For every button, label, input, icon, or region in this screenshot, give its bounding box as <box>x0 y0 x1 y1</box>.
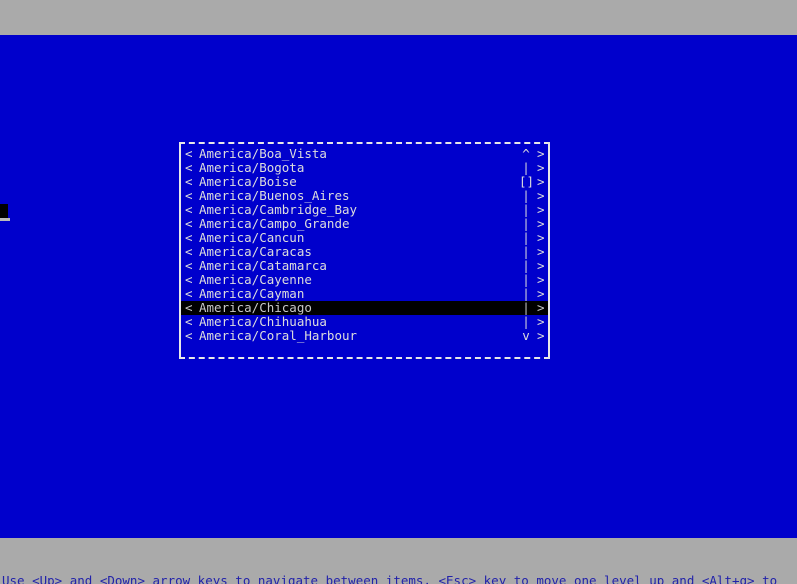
list-item-label: America/Cayman <box>199 286 305 301</box>
chevron-left-icon[interactable]: < <box>185 259 193 273</box>
scrollbar-track[interactable]: | <box>519 203 533 217</box>
chevron-right-icon[interactable]: > <box>537 147 545 161</box>
chevron-left-icon[interactable]: < <box>185 217 193 231</box>
text-cursor-underline <box>0 218 10 221</box>
chevron-left-icon[interactable]: < <box>185 175 193 189</box>
chevron-right-icon[interactable]: > <box>537 189 545 203</box>
list-item[interactable]: < America/Coral_Harbour v > <box>181 329 548 343</box>
text-cursor-block <box>0 204 8 218</box>
chevron-left-icon[interactable]: < <box>185 189 193 203</box>
chevron-left-icon[interactable]: < <box>185 329 193 343</box>
list-item-label: America/Chicago <box>199 300 312 315</box>
list-item-label: America/Bogota <box>199 160 305 175</box>
chevron-left-icon[interactable]: < <box>185 287 193 301</box>
list-item-label: America/Cancun <box>199 230 305 245</box>
scrollbar-track[interactable]: | <box>519 245 533 259</box>
chevron-right-icon[interactable]: > <box>537 161 545 175</box>
chevron-left-icon[interactable]: < <box>185 273 193 287</box>
list-item-label: America/Cambridge_Bay <box>199 202 358 217</box>
list-item[interactable]: < America/Boise [] > <box>181 175 548 189</box>
list-item[interactable]: < America/Caracas | > <box>181 245 548 259</box>
chevron-right-icon[interactable]: > <box>537 315 545 329</box>
chevron-right-icon[interactable]: > <box>537 175 545 189</box>
list-item-label: America/Boa_Vista <box>199 146 327 161</box>
scroll-down-icon[interactable]: v <box>519 329 533 343</box>
scrollbar-thumb[interactable]: [] <box>519 175 534 189</box>
chevron-left-icon[interactable]: < <box>185 315 193 329</box>
scrollbar-track[interactable]: | <box>519 301 533 315</box>
chevron-right-icon[interactable]: > <box>537 273 545 287</box>
terminal-screen: DDP Enterprise Server - VE v8.4.0 Build … <box>0 0 797 584</box>
scroll-up-icon[interactable]: ^ <box>519 147 533 161</box>
scrollbar-track[interactable]: | <box>519 315 533 329</box>
chevron-right-icon[interactable]: > <box>537 245 545 259</box>
window-title-bar: DDP Enterprise Server - VE v8.4.0 Build … <box>0 0 797 60</box>
list-item[interactable]: < America/Campo_Grande | > <box>181 217 548 231</box>
hint-line-1: Use <Up> and <Down> arrow keys to naviga… <box>2 573 778 584</box>
list-item-label: America/Coral_Harbour <box>199 328 358 343</box>
scrollbar-track[interactable]: | <box>519 287 533 301</box>
chevron-right-icon[interactable]: > <box>537 217 545 231</box>
scrollbar-track[interactable]: | <box>519 231 533 245</box>
chevron-left-icon[interactable]: < <box>185 203 193 217</box>
list-item-label: America/Buenos_Aires <box>199 188 350 203</box>
list-item[interactable]: < America/Boa_Vista ^ > <box>181 147 548 161</box>
list-item[interactable]: < America/Cancun | > <box>181 231 548 245</box>
chevron-right-icon[interactable]: > <box>537 329 545 343</box>
chevron-left-icon[interactable]: < <box>185 147 193 161</box>
scrollbar-track[interactable]: | <box>519 259 533 273</box>
scrollbar-track[interactable]: | <box>519 189 533 203</box>
list-item[interactable]: < America/Cayman | > <box>181 287 548 301</box>
scrollbar-track[interactable]: | <box>519 161 533 175</box>
timezone-list-box[interactable]: < America/Boa_Vista ^ > < America/Bogota | > < Am… <box>179 142 550 359</box>
chevron-right-icon[interactable]: > <box>537 301 545 315</box>
terminal-body: < America/Boa_Vista ^ > < America/Bogota | > < Am… <box>0 35 797 538</box>
chevron-left-icon[interactable]: < <box>185 245 193 259</box>
chevron-right-icon[interactable]: > <box>537 259 545 273</box>
list-item-label: America/Chihuahua <box>199 314 327 329</box>
list-item[interactable]: < America/Bogota | > <box>181 161 548 175</box>
list-item[interactable]: < America/Buenos_Aires | > <box>181 189 548 203</box>
list-item-label: America/Campo_Grande <box>199 216 350 231</box>
list-item-label: America/Catamarca <box>199 258 327 273</box>
list-item[interactable]: < America/Cayenne | > <box>181 273 548 287</box>
list-item[interactable]: < America/Chicago | > <box>181 301 548 315</box>
list-item[interactable]: < America/Chihuahua | > <box>181 315 548 329</box>
scrollbar-track[interactable]: | <box>519 217 533 231</box>
list-item-label: America/Cayenne <box>199 272 312 287</box>
list-item-label: America/Caracas <box>199 244 312 259</box>
scrollbar-track[interactable]: | <box>519 273 533 287</box>
chevron-left-icon[interactable]: < <box>185 161 193 175</box>
chevron-right-icon[interactable]: > <box>537 231 545 245</box>
keyboard-hint-bar: Use <Up> and <Down> arrow keys to naviga… <box>0 538 797 584</box>
list-item[interactable]: < America/Catamarca | > <box>181 259 548 273</box>
chevron-right-icon[interactable]: > <box>537 203 545 217</box>
chevron-left-icon[interactable]: < <box>185 231 193 245</box>
chevron-right-icon[interactable]: > <box>537 287 545 301</box>
chevron-left-icon[interactable]: < <box>185 301 193 315</box>
list-item-label: America/Boise <box>199 174 297 189</box>
list-item[interactable]: < America/Cambridge_Bay | > <box>181 203 548 217</box>
